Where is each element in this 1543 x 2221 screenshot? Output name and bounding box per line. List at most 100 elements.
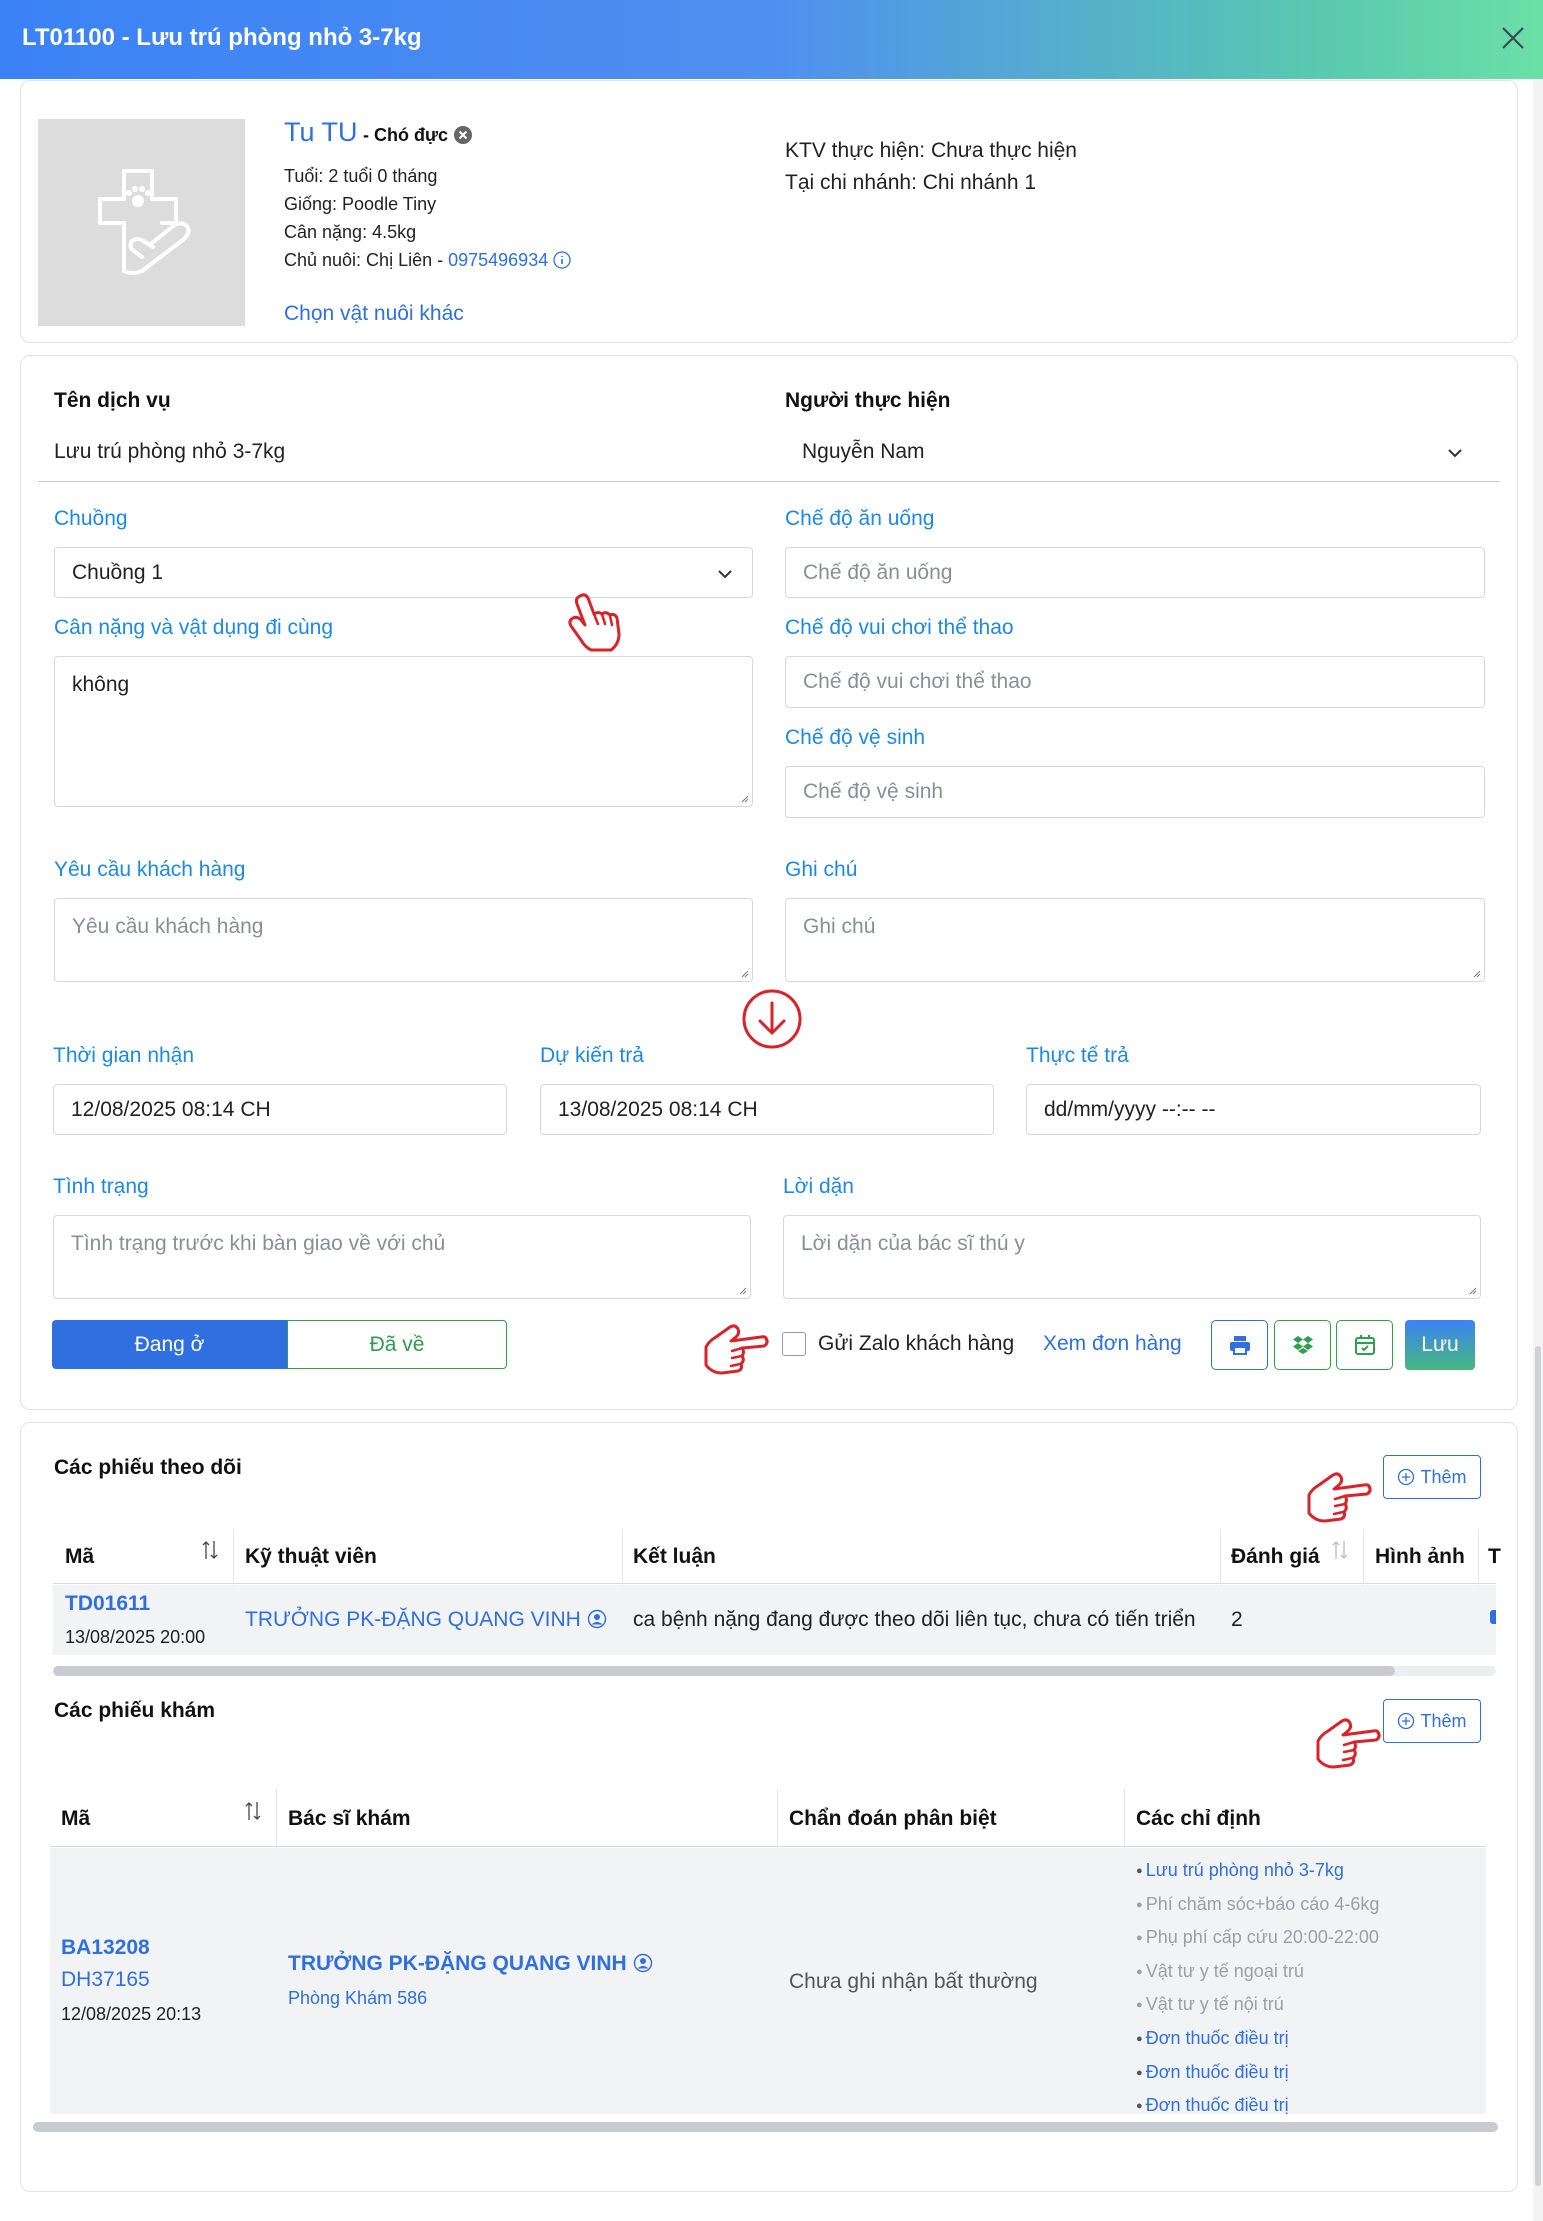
advice-textarea[interactable]: Lời dặn của bác sĩ thú y xyxy=(783,1215,1481,1299)
advice-label: Lời dặn xyxy=(783,1175,854,1198)
order-item-label: Đơn thuốc điều trị xyxy=(1145,2095,1289,2116)
weight-items-textarea[interactable]: không xyxy=(54,656,753,807)
diet-input[interactable]: Chế độ ăn uống xyxy=(785,547,1485,598)
bullet: ● xyxy=(1136,1965,1146,1978)
note-textarea[interactable]: Ghi chú xyxy=(785,898,1485,982)
exams-add-label: Thêm xyxy=(1420,1710,1467,1731)
sort-icon[interactable] xyxy=(243,1800,263,1822)
zalo-label[interactable]: Gửi Zalo khách hàng xyxy=(818,1332,1014,1356)
th-doctor[interactable]: Bác sĩ khám xyxy=(288,1807,411,1831)
play-input[interactable]: Chế độ vui chơi thể thao xyxy=(785,656,1485,708)
actual-datetime[interactable]: dd/mm/yyyy --:-- -- xyxy=(1026,1084,1481,1135)
tracking-code[interactable]: TD01611 xyxy=(65,1592,150,1616)
pet-weight: Cân nặng: 4.5kg xyxy=(284,222,417,242)
exam-doctor[interactable]: TRƯỞNG PK-ĐẶNG QUANG VINH xyxy=(288,1952,653,1976)
exam-diagnosis: Chưa ghi nhận bất thường xyxy=(789,1970,1038,1993)
th-code[interactable]: Mã xyxy=(65,1545,94,1569)
receive-label: Thời gian nhận xyxy=(53,1044,195,1067)
th-diagnosis[interactable]: Chẩn đoán phân biệt xyxy=(789,1807,997,1831)
resize-grip-icon[interactable] xyxy=(739,968,749,978)
status-textarea[interactable]: Tình trạng trước khi bàn giao về với chủ xyxy=(53,1215,751,1299)
expected-datetime[interactable]: 13/08/2025 08:14 CH xyxy=(540,1084,994,1135)
order-item: ● Vật tư y tế ngoại trú xyxy=(1136,1955,1476,1989)
calendar-icon xyxy=(1354,1335,1375,1355)
receive-datetime[interactable]: 12/08/2025 08:14 CH xyxy=(53,1084,507,1135)
view-order-link[interactable]: Xem đơn hàng xyxy=(1043,1332,1182,1356)
user-circle-icon xyxy=(587,1609,606,1629)
user-circle-icon xyxy=(633,1953,652,1973)
tracking-tech[interactable]: TRƯỞNG PK-ĐẶNG QUANG VINH xyxy=(245,1608,607,1632)
zalo-checkbox[interactable] xyxy=(782,1332,806,1356)
exams-add-button[interactable]: Thêm xyxy=(1383,1699,1481,1743)
chevron-down-icon[interactable] xyxy=(1446,446,1464,460)
divider xyxy=(38,481,1500,482)
actual-label: Thực tế trả xyxy=(1026,1044,1129,1067)
order-item[interactable]: ● Đơn thuốc điều trị xyxy=(1136,2022,1476,2056)
cage-value: Chuồng 1 xyxy=(72,560,164,584)
hygiene-input[interactable]: Chế độ vệ sinh xyxy=(785,766,1485,818)
th-exam-code[interactable]: Mã xyxy=(61,1807,90,1831)
save-button[interactable]: Lưu xyxy=(1405,1320,1475,1370)
change-pet-link[interactable]: Chọn vật nuôi khác xyxy=(284,302,464,326)
th-tech[interactable]: Kỹ thuật viên xyxy=(245,1545,377,1569)
pet-age: Tuổi: 2 tuổi 0 tháng xyxy=(284,166,438,186)
performer-label: Người thực hiện xyxy=(785,389,951,412)
calendar-button[interactable] xyxy=(1336,1320,1393,1370)
tracking-rating: 2 xyxy=(1231,1608,1243,1631)
th-orders[interactable]: Các chỉ định xyxy=(1136,1807,1261,1831)
cage-select[interactable]: Chuồng 1 xyxy=(54,547,753,598)
th-image[interactable]: Hình ảnh xyxy=(1375,1545,1465,1569)
owner-phone[interactable]: 0975496934 xyxy=(448,250,548,270)
hand-pointer-icon xyxy=(704,1324,769,1375)
scrollbar-thumb[interactable] xyxy=(1535,1346,1541,2186)
modal-header: LT01100 - Lưu trú phòng nhỏ 3-7kg xyxy=(0,0,1543,79)
owner-name: Chủ nuôi: Chị Liên - xyxy=(284,250,444,270)
note-placeholder: Ghi chú xyxy=(803,915,876,938)
dropbox-button[interactable] xyxy=(1274,1320,1331,1370)
request-textarea[interactable]: Yêu cầu khách hàng xyxy=(54,898,753,982)
resize-grip-icon[interactable] xyxy=(737,1285,747,1295)
order-item-label: Lưu trú phòng nhỏ 3-7kg xyxy=(1145,1860,1344,1880)
order-item-label: Vật tư y tế nội trú xyxy=(1145,1994,1284,2015)
exam-orders-list: ● Lưu trú phòng nhỏ 3-7kg ● Phí chăm sóc+… xyxy=(1136,1854,1476,2123)
remove-icon[interactable] xyxy=(453,125,473,145)
sort-icon[interactable] xyxy=(200,1539,220,1561)
ktv-status: KTV thực hiện: Chưa thực hiện xyxy=(785,139,1077,162)
staying-button[interactable]: Đang ở xyxy=(52,1320,287,1369)
exam-order[interactable]: DH37165 xyxy=(61,1968,150,1992)
resize-grip-icon[interactable] xyxy=(1467,1285,1477,1295)
plus-circle-icon xyxy=(1398,1712,1415,1730)
pet-breed: Giống: Poodle Tiny xyxy=(284,194,437,214)
bullet: ● xyxy=(1136,2066,1146,2079)
order-item[interactable]: ● Đơn thuốc điều trị xyxy=(1136,2056,1476,2090)
order-item[interactable]: ● Lưu trú phòng nhỏ 3-7kg xyxy=(1136,1854,1476,1888)
returned-button[interactable]: Đã về xyxy=(287,1320,507,1369)
resize-grip-icon[interactable] xyxy=(1471,968,1481,978)
info-icon[interactable] xyxy=(553,251,571,269)
order-item: ● Phí chăm sóc+báo cáo 4-6kg xyxy=(1136,1888,1476,1922)
exam-code[interactable]: BA13208 xyxy=(61,1936,150,1960)
order-item: ● Phụ phí cấp cứu 20:00-22:00 xyxy=(1136,1921,1476,1955)
print-icon xyxy=(1229,1336,1250,1355)
performer-select[interactable]: Nguyễn Nam xyxy=(802,440,925,464)
order-item[interactable]: ● Đơn thuốc điều trị xyxy=(1136,2089,1476,2123)
close-icon[interactable] xyxy=(1497,22,1529,54)
plus-circle-icon xyxy=(1398,1468,1415,1486)
th-rating[interactable]: Đánh giá xyxy=(1231,1545,1320,1569)
tracking-add-button[interactable]: Thêm xyxy=(1383,1455,1481,1499)
horizontal-scroll-thumb[interactable] xyxy=(33,2122,1498,2132)
order-item-label: Phụ phí cấp cứu 20:00-22:00 xyxy=(1145,1927,1379,1948)
sort-icon[interactable] xyxy=(1330,1539,1350,1561)
order-item: ● Vật tư y tế nội trú xyxy=(1136,1988,1476,2022)
hand-pointer-icon xyxy=(1307,1472,1372,1523)
tracking-tech-name: TRƯỞNG PK-ĐẶNG QUANG VINH xyxy=(245,1608,581,1631)
th-conclusion[interactable]: Kết luận xyxy=(633,1545,716,1569)
order-item-label: Đơn thuốc điều trị xyxy=(1145,2027,1289,2048)
row-action-icon[interactable] xyxy=(1490,1610,1496,1624)
tracking-add-label: Thêm xyxy=(1420,1466,1467,1487)
resize-grip-icon[interactable] xyxy=(739,793,749,803)
print-button[interactable] xyxy=(1211,1320,1268,1370)
horizontal-scroll-thumb[interactable] xyxy=(53,1666,1395,1676)
th-more[interactable]: T xyxy=(1488,1545,1501,1569)
pet-name[interactable]: Tu TU xyxy=(284,117,358,148)
